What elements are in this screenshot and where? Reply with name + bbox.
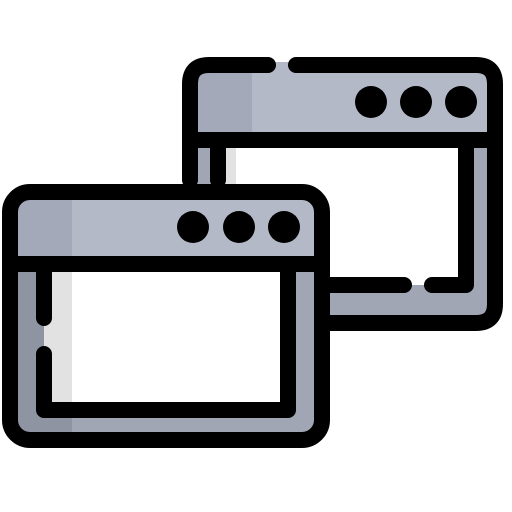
back-window-dot-2 [400,86,432,118]
back-window-dot-3 [445,86,477,118]
front-window-dot-1 [177,211,209,243]
front-window [2,184,330,448]
front-window-content [44,264,288,412]
front-window-dot-2 [223,211,255,243]
icon-stage [0,0,512,512]
front-window-dot-3 [268,211,300,243]
multiple-windows-icon [2,57,503,448]
back-window-dot-1 [355,86,387,118]
